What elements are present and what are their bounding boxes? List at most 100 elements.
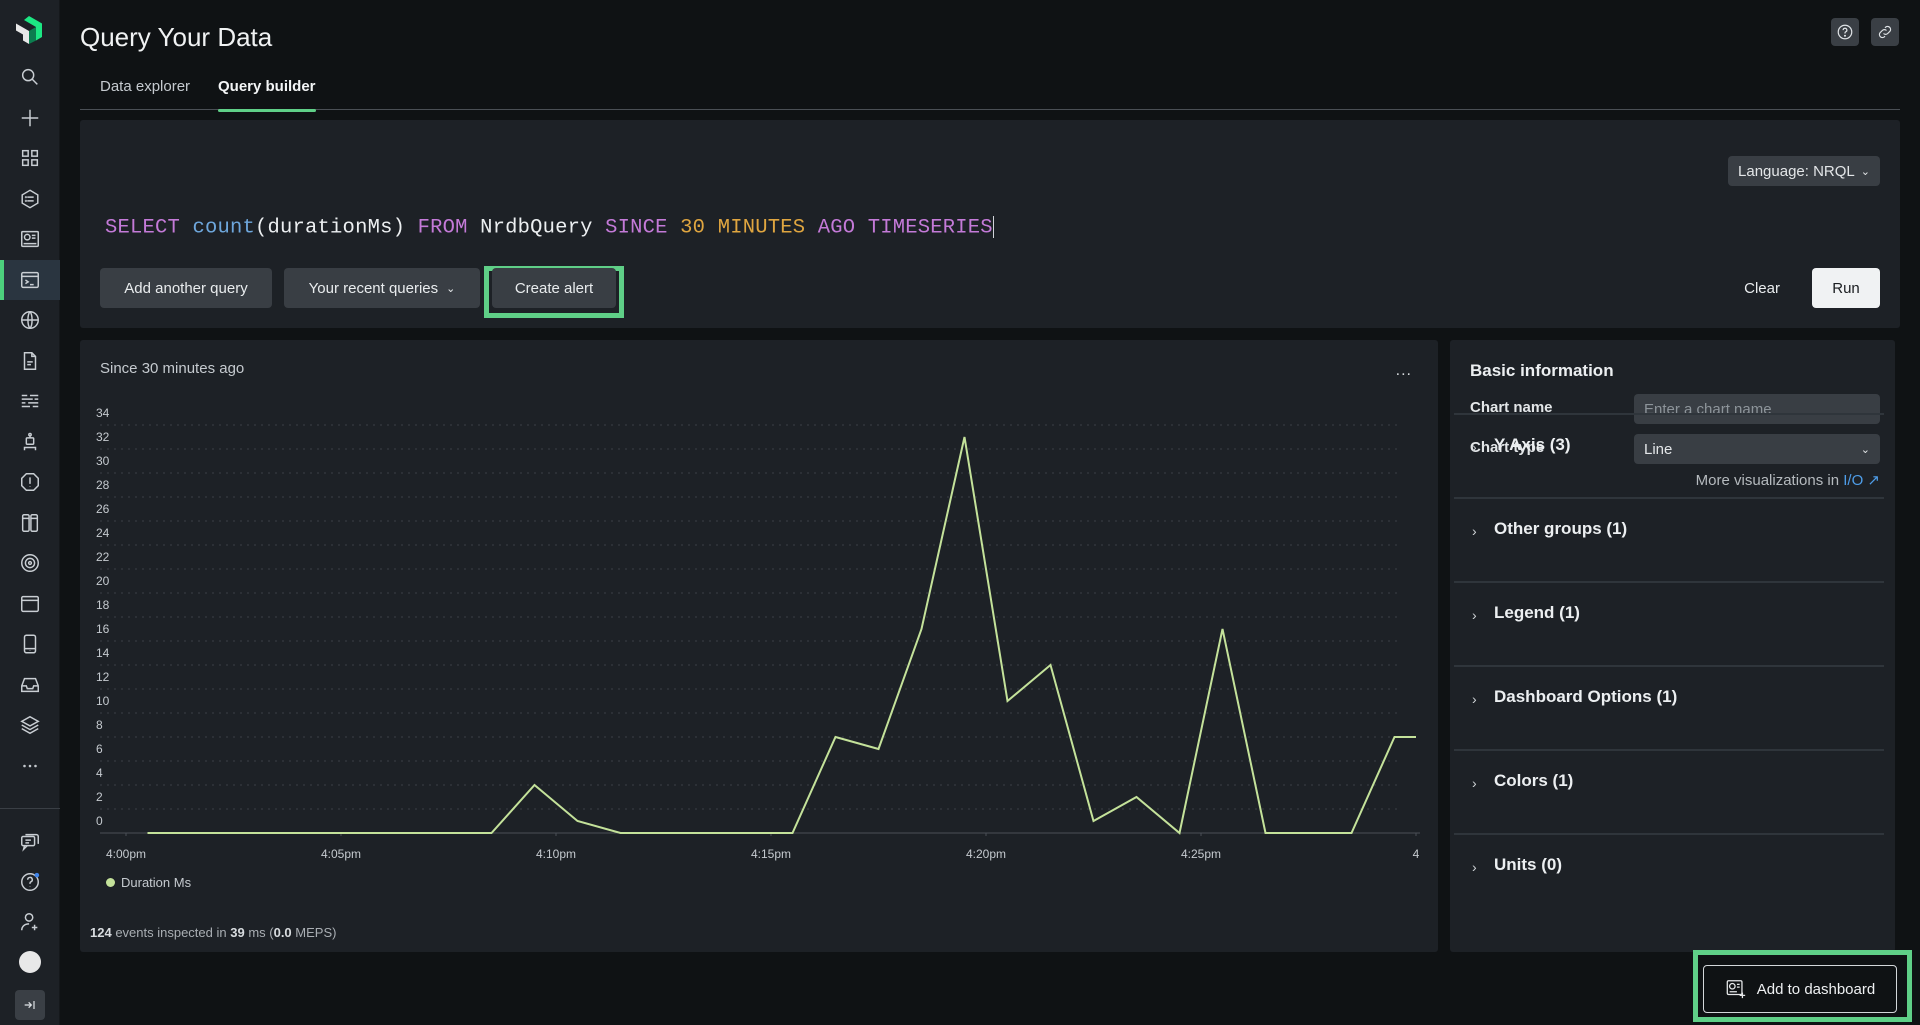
sidebar-item-more[interactable]	[0, 746, 60, 786]
y-tick-label: 12	[96, 670, 110, 684]
add-user-icon	[21, 913, 38, 931]
config-section-dashboard-options[interactable]: › Dashboard Options (1)	[1454, 665, 1884, 749]
grid-apps-icon	[21, 149, 39, 167]
sidebar-item-help[interactable]	[0, 862, 60, 902]
y-tick-label: 16	[96, 622, 110, 636]
terminal-query-icon	[21, 271, 39, 288]
stats-text: MEPS)	[291, 925, 337, 940]
duration-ms: 39	[230, 925, 245, 940]
chevron-right-icon: ›	[1472, 691, 1477, 707]
text-caret	[992, 216, 994, 238]
stats-text: ms (	[244, 925, 274, 940]
query-token: FROM	[417, 216, 468, 240]
x-tick-label: 4	[1413, 847, 1420, 861]
tab-query-builder[interactable]: Query builder	[218, 76, 316, 112]
create-alert-button[interactable]: Create alert	[492, 268, 616, 308]
sidebar-item-target[interactable]	[0, 543, 60, 583]
target-icon	[21, 554, 39, 572]
query-token	[855, 216, 868, 239]
clear-button[interactable]: Clear	[1732, 268, 1792, 308]
basic-information-heading: Basic information	[1470, 361, 1614, 380]
chart-legend[interactable]: Duration Ms	[106, 875, 191, 890]
y-tick-label: 28	[96, 478, 110, 492]
x-tick-label: 4:20pm	[966, 847, 1006, 861]
config-section-units[interactable]: › Units (0)	[1454, 833, 1884, 917]
search-icon	[21, 68, 38, 85]
query-editor-panel: Language: NRQL ⌄ SELECT count(durationMs…	[80, 120, 1900, 328]
tab-bar: Data explorer Query builder	[80, 76, 1900, 112]
sidebar-item-avatar[interactable]	[0, 942, 60, 982]
config-section-other-groups[interactable]: › Other groups (1)	[1454, 497, 1884, 581]
chevron-right-icon: ›	[1472, 439, 1477, 455]
logs-icon	[21, 394, 39, 408]
robot-icon	[23, 432, 37, 450]
layers-icon	[20, 715, 40, 735]
sidebar-item-add[interactable]	[0, 98, 60, 138]
new-relic-logo[interactable]	[14, 14, 44, 46]
dashboard-add-icon	[1726, 980, 1745, 999]
add-icon	[21, 109, 39, 126]
sidebar-item-grid-apps[interactable]	[0, 138, 60, 178]
events-count: 124	[90, 925, 112, 940]
x-tick-label: 4:05pm	[321, 847, 361, 861]
chart-more-options-button[interactable]: ...	[1396, 362, 1412, 380]
tab-data-explorer[interactable]: Data explorer	[100, 76, 190, 110]
sidebar-item-search[interactable]	[0, 57, 60, 97]
sidebar-item-layers[interactable]	[0, 705, 60, 745]
query-token: 30	[680, 216, 706, 240]
alert-icon	[21, 473, 39, 491]
sidebar-item-entity-list[interactable]	[0, 179, 60, 219]
x-tick-label: 4:00pm	[106, 847, 146, 861]
sidebar-item-dashboard[interactable]	[0, 219, 60, 259]
stats-text: events inspected in	[111, 925, 231, 940]
copy-link-button[interactable]	[1871, 18, 1899, 46]
add-another-query-button[interactable]: Add another query	[100, 268, 272, 308]
sidebar-item-terminal-query[interactable]	[0, 259, 60, 300]
config-section-y-axis[interactable]: › Y Axis (3)	[1454, 413, 1884, 497]
sidebar-item-inbox[interactable]	[0, 665, 60, 705]
config-section-colors[interactable]: › Colors (1)	[1454, 749, 1884, 833]
page-title: Query Your Data	[80, 22, 273, 52]
sidebar-item-feedback[interactable]	[0, 822, 60, 862]
legend-label: Duration Ms	[121, 875, 192, 890]
query-token: (durationMs)	[255, 216, 406, 240]
query-stats: 124 events inspected in 39 ms (0.0 MEPS)	[90, 925, 336, 940]
collapse-sidebar-button[interactable]	[15, 990, 45, 1020]
sidebar-item-columns[interactable]	[0, 503, 60, 543]
run-button[interactable]: Run	[1812, 268, 1880, 308]
chart-config-panel: Basic information Chart name Chart type …	[1450, 340, 1895, 952]
legend-swatch	[106, 878, 115, 887]
query-token	[405, 216, 418, 239]
avatar-icon	[19, 951, 41, 973]
sidebar-divider	[0, 808, 60, 809]
config-section-legend[interactable]: › Legend (1)	[1454, 581, 1884, 665]
y-tick-label: 30	[96, 454, 110, 468]
nrql-query-input[interactable]: SELECT count(durationMs) FROM NrdbQuery …	[105, 216, 994, 239]
add-to-dashboard-label: Add to dashboard	[1756, 980, 1876, 998]
sidebar-item-document[interactable]	[0, 341, 60, 381]
help-button[interactable]	[1831, 18, 1859, 46]
add-to-dashboard-button[interactable]: Add to dashboard	[1703, 965, 1897, 1013]
query-token: SELECT	[105, 216, 181, 240]
language-label: Language: NRQL	[1738, 162, 1855, 180]
dashboard-icon	[21, 230, 39, 248]
chart-panel: 0 2 4 6 8 10 12 14 16 18 20 22 24 26 28 30 32 34 4:00pm 4:0…	[80, 340, 1438, 952]
y-tick-label: 22	[96, 550, 110, 564]
globe-icon	[21, 311, 39, 329]
y-tick-label: 0	[96, 814, 103, 828]
sidebar-item-alert[interactable]	[0, 462, 60, 502]
recent-queries-dropdown[interactable]: Your recent queries ⌄	[284, 268, 480, 308]
sidebar-item-globe[interactable]	[0, 300, 60, 340]
sidebar-item-browser[interactable]	[0, 584, 60, 624]
y-tick-label: 34	[96, 406, 110, 420]
sidebar-item-add-user[interactable]	[0, 902, 60, 942]
language-select[interactable]: Language: NRQL ⌄	[1728, 156, 1880, 186]
line-chart: 02468101214161820222426283032344:00pm 4:0…	[96, 406, 1420, 861]
sidebar-item-robot[interactable]	[0, 422, 60, 462]
y-tick-label: 18	[96, 598, 110, 612]
chevron-down-icon: ⌄	[446, 282, 456, 295]
document-icon	[23, 351, 37, 370]
sidebar-item-mobile[interactable]	[0, 624, 60, 664]
sidebar-item-logs[interactable]	[0, 381, 60, 421]
y-tick-label: 2	[96, 790, 103, 804]
